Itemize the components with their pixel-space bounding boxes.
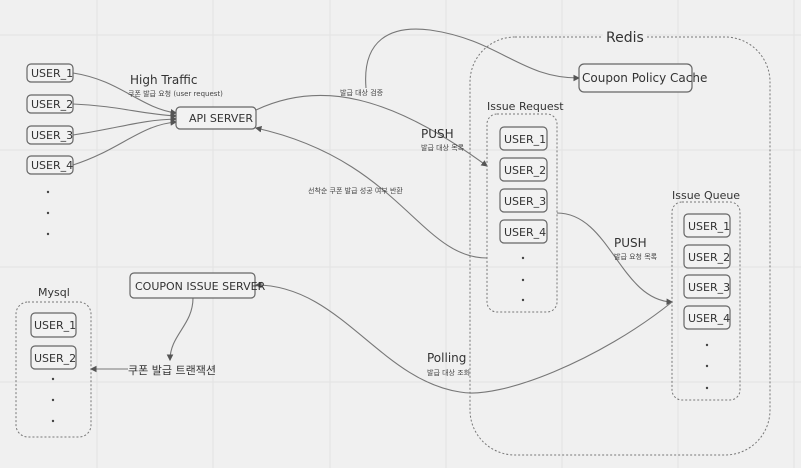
mysql-user: USER_2 <box>34 352 76 365</box>
edge-user4-api <box>72 119 178 166</box>
issue-request-user: USER_1 <box>504 133 546 146</box>
issue-request-title: Issue Request <box>487 100 564 113</box>
api-server-label: API SERVER <box>189 112 253 125</box>
client-user: USER_3 <box>31 129 73 142</box>
high-traffic-sub: 쿠폰 발급 요청 (user request) <box>128 89 223 98</box>
architecture-diagram: USER_1 USER_2 USER_3 USER_4 High Traffic… <box>0 0 801 468</box>
polling-label: Polling <box>427 351 466 365</box>
issue-queue-user: USER_1 <box>688 220 730 233</box>
client-user: USER_4 <box>31 159 73 172</box>
edge-verify-policy <box>365 28 581 89</box>
return-label: 선착순 쿠폰 발급 성공 여부 반환 <box>308 186 403 195</box>
polling-sub: 발급 대상 조회 <box>427 368 470 377</box>
issue-queue-user: USER_2 <box>688 251 730 264</box>
issue-request-user: USER_3 <box>504 195 546 208</box>
issue-queue-user: USER_4 <box>688 312 730 325</box>
issue-request-user: USER_4 <box>504 226 546 239</box>
issue-queue-title: Issue Queue <box>672 189 740 202</box>
push1-sub: 발급 대상 목록 <box>421 143 465 152</box>
verify-label: 발급 대상 검증 <box>340 88 384 97</box>
high-traffic-label: High Traffic <box>130 73 197 87</box>
edge-user2-api <box>72 103 178 119</box>
client-user: USER_1 <box>31 67 73 80</box>
issue-request-user: USER_2 <box>504 164 546 177</box>
issue-queue-user: USER_3 <box>688 281 730 294</box>
client-user: USER_2 <box>31 98 73 111</box>
coupon-issue-server-label: COUPON ISSUE SERVER <box>135 280 266 293</box>
edge-server-transaction <box>166 297 194 362</box>
edge-user3-api <box>72 115 178 136</box>
push2-label: PUSH <box>614 236 647 250</box>
push1-label: PUSH <box>421 127 454 141</box>
transaction-label: 쿠폰 발급 트랜잭션 <box>128 364 216 377</box>
push2-sub: 발급 요청 목록 <box>614 252 658 261</box>
redis-title: Redis <box>606 30 644 46</box>
policy-cache-label: Coupon Policy Cache <box>582 71 707 85</box>
mysql-title: Mysql <box>38 286 70 299</box>
mysql-user: USER_1 <box>34 319 76 332</box>
